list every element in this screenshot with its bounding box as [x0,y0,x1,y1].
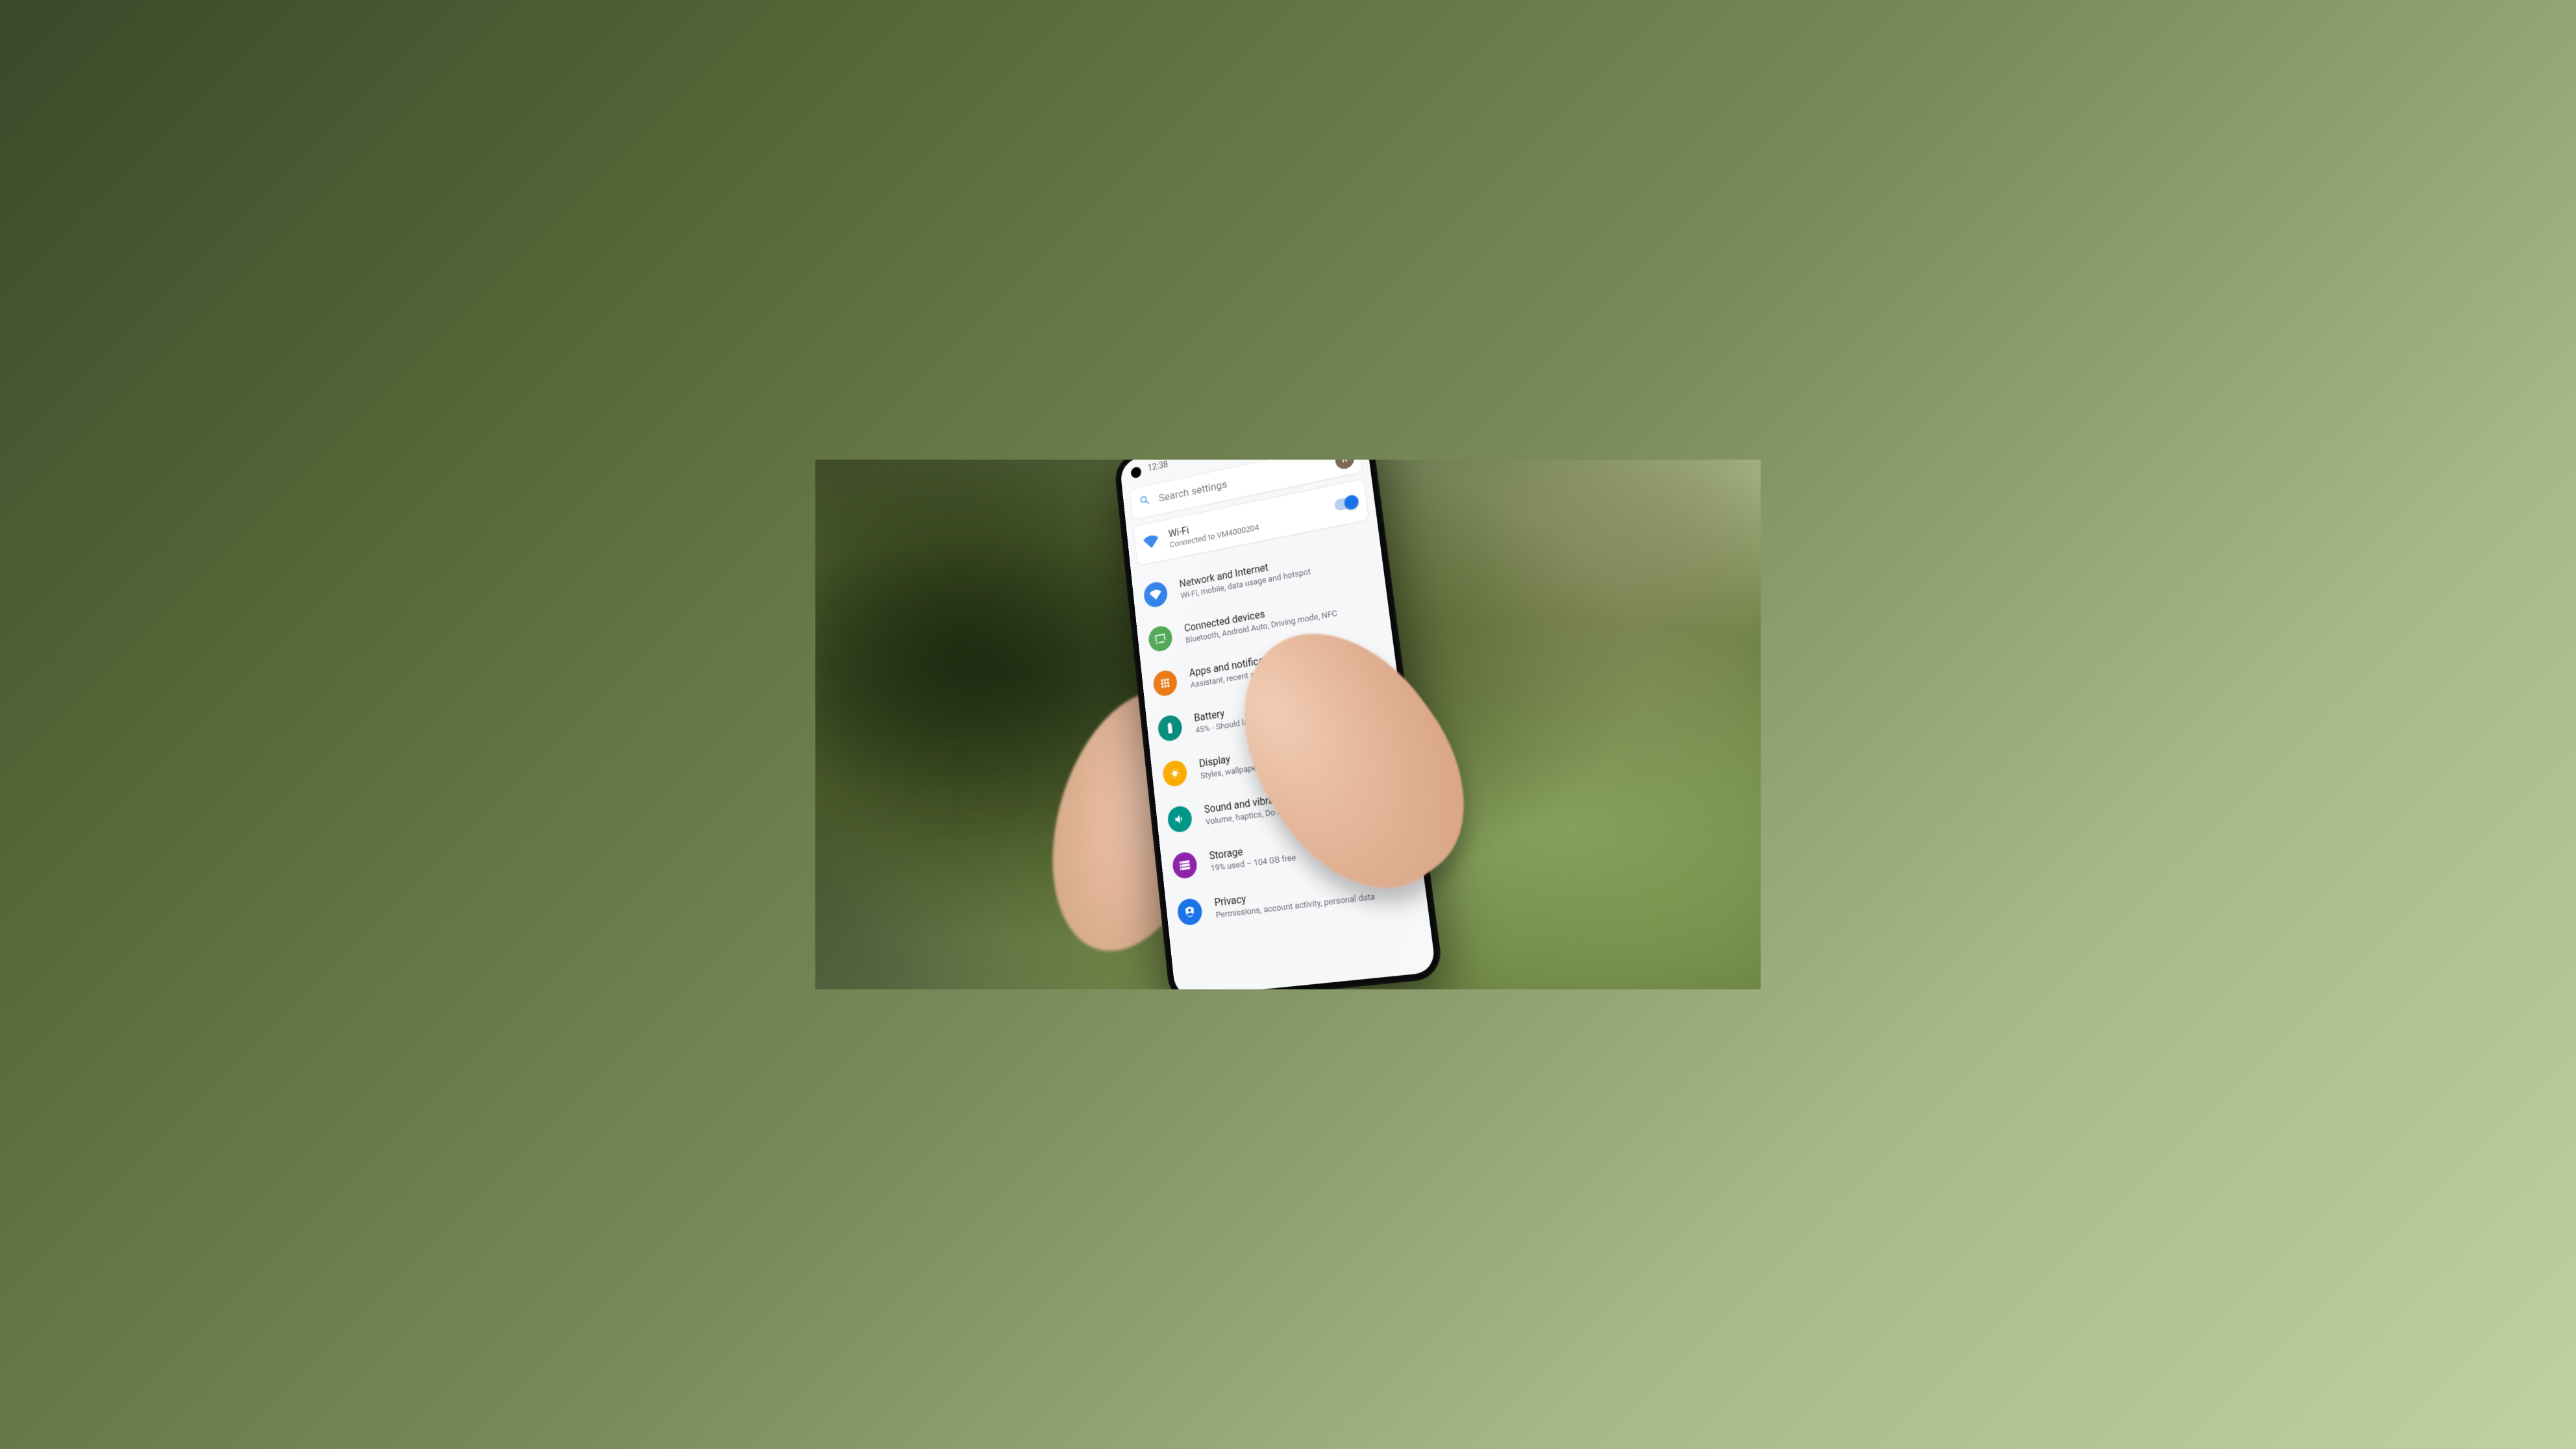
photo-scene: 12:38 45% Search set [815,460,1761,989]
search-icon [1139,493,1152,510]
storage-icon [1171,851,1198,880]
wifi-toggle[interactable] [1334,496,1358,512]
privacy-icon [1176,898,1203,926]
phone-frame: 12:38 45% Search set [1113,460,1444,989]
status-time: 12:38 [1147,460,1168,473]
battery-icon [1157,714,1183,743]
display-icon [1161,759,1188,787]
wifi-icon [1143,580,1169,609]
apps-icon [1152,669,1178,697]
sound-icon [1167,805,1193,834]
settings-list: Network and InternetWi-Fi, mobile, data … [1131,526,1428,938]
devices-icon [1147,625,1173,653]
phone-screen: 12:38 45% Search set [1119,460,1436,989]
wifi-icon [1143,532,1159,554]
profile-avatar[interactable]: R [1334,460,1355,471]
